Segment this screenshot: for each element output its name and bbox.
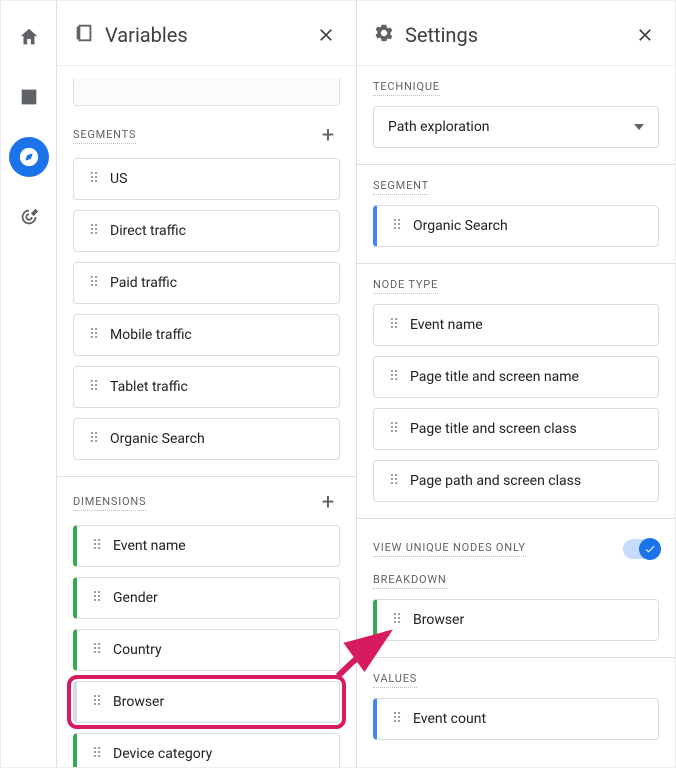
variables-icon: [73, 22, 95, 49]
dropdown-caret-icon: [634, 124, 644, 130]
dimension-chip[interactable]: Country: [73, 629, 340, 671]
exploration-name-input[interactable]: [73, 78, 340, 106]
technique-select[interactable]: Path exploration: [373, 106, 659, 148]
node-type-chip[interactable]: Page title and screen class: [373, 408, 659, 450]
nav-rail: [1, 1, 57, 767]
unique-nodes-toggle[interactable]: [623, 539, 659, 559]
drag-handle-icon[interactable]: [389, 711, 403, 727]
segment-chip[interactable]: US: [73, 158, 340, 200]
drag-handle-icon[interactable]: [86, 223, 100, 239]
variables-header: Variables: [57, 1, 356, 66]
drag-handle-icon[interactable]: [386, 421, 400, 437]
breakdown-chip[interactable]: Browser: [373, 599, 659, 641]
add-dimension-button[interactable]: +: [316, 491, 340, 515]
node-type-chip[interactable]: Page path and screen class: [373, 460, 659, 502]
settings-title: Settings: [405, 23, 478, 47]
drag-handle-icon[interactable]: [89, 590, 103, 606]
gear-icon: [373, 22, 395, 49]
dimension-chip[interactable]: Gender: [73, 577, 340, 619]
drag-handle-icon[interactable]: [89, 538, 103, 554]
drag-handle-icon[interactable]: [86, 379, 100, 395]
segment-label: SEGMENT: [373, 179, 429, 195]
breakdown-label: BREAKDOWN: [373, 573, 447, 589]
close-icon[interactable]: [312, 21, 340, 49]
segment-chip[interactable]: Tablet traffic: [73, 366, 340, 408]
nav-home-icon[interactable]: [9, 17, 49, 57]
technique-label: TECHNIQUE: [373, 80, 440, 96]
values-chip[interactable]: Event count: [373, 698, 659, 740]
drag-handle-icon[interactable]: [386, 369, 400, 385]
drag-handle-icon[interactable]: [86, 431, 100, 447]
drag-handle-icon[interactable]: [389, 612, 403, 628]
dimension-chip-browser[interactable]: Browser: [73, 681, 340, 723]
nav-explore-icon[interactable]: [9, 137, 49, 177]
nav-reports-icon[interactable]: [9, 77, 49, 117]
drag-handle-icon[interactable]: [86, 275, 100, 291]
drag-handle-icon[interactable]: [86, 171, 100, 187]
node-type-chip[interactable]: Event name: [373, 304, 659, 346]
add-segment-button[interactable]: +: [316, 124, 340, 148]
drag-handle-icon[interactable]: [89, 694, 103, 710]
drag-handle-icon[interactable]: [386, 317, 400, 333]
close-icon[interactable]: [631, 21, 659, 49]
segments-label: SEGMENTS: [73, 128, 136, 144]
drag-handle-icon[interactable]: [89, 642, 103, 658]
drag-handle-icon[interactable]: [386, 473, 400, 489]
segment-chip[interactable]: Mobile traffic: [73, 314, 340, 356]
values-label: VALUES: [373, 672, 417, 688]
node-type-label: NODE TYPE: [373, 278, 438, 294]
variables-panel: Variables SEGMENTS + US Direct traffic P…: [57, 1, 357, 767]
segment-dropzone-chip[interactable]: Organic Search: [373, 205, 659, 247]
segment-chip[interactable]: Direct traffic: [73, 210, 340, 252]
settings-header: Settings: [357, 1, 675, 66]
settings-panel: Settings TECHNIQUE Path exploration SEGM…: [357, 1, 675, 767]
node-type-chip[interactable]: Page title and screen name: [373, 356, 659, 398]
drag-handle-icon[interactable]: [389, 218, 403, 234]
segment-chip[interactable]: Organic Search: [73, 418, 340, 460]
variables-title: Variables: [105, 23, 188, 47]
dimension-chip[interactable]: Device category: [73, 733, 340, 767]
drag-handle-icon[interactable]: [86, 327, 100, 343]
unique-nodes-label: VIEW UNIQUE NODES ONLY: [373, 541, 526, 557]
drag-handle-icon[interactable]: [89, 746, 103, 762]
dimension-chip[interactable]: Event name: [73, 525, 340, 567]
nav-advertising-icon[interactable]: [9, 197, 49, 237]
dimensions-label: DIMENSIONS: [73, 495, 146, 511]
segment-chip[interactable]: Paid traffic: [73, 262, 340, 304]
